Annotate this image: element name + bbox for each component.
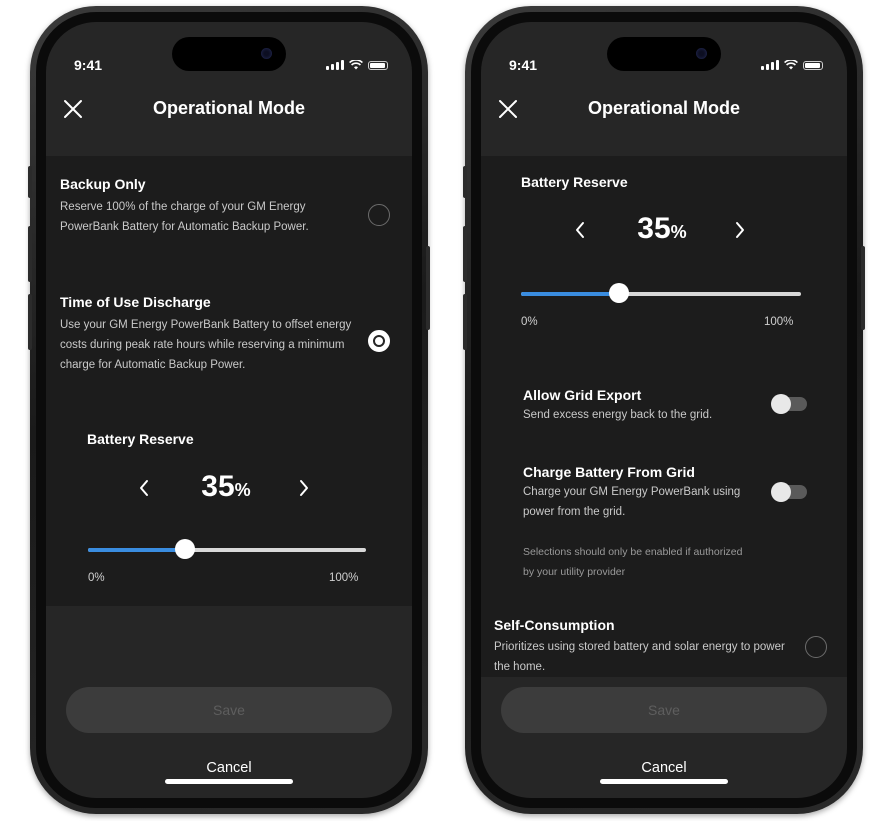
status-bar: 9:41 [481, 57, 847, 76]
home-indicator [600, 779, 728, 784]
status-time: 9:41 [74, 57, 103, 73]
nav-bar: Operational Mode [481, 96, 847, 136]
reserve-number: 35 [637, 212, 671, 245]
setting-description: Charge your GM Energy PowerBank using po… [523, 486, 741, 518]
screen-right: 9:41 Operational Mode Battery Reserve 35… [481, 22, 847, 798]
wifi-icon [349, 60, 363, 70]
battery-reserve-label: Battery Reserve [521, 174, 628, 190]
side-button [426, 246, 430, 330]
side-button [463, 294, 467, 350]
slider-max-label: 100% [764, 316, 794, 328]
grid-export-setting: Allow Grid Export Send excess energy bac… [523, 385, 823, 429]
status-bar: 9:41 [46, 57, 412, 76]
radio-backup-only[interactable] [368, 204, 390, 226]
charge-from-grid-setting: Charge Battery From Grid Charge your GM … [523, 462, 823, 522]
grid-export-toggle[interactable] [771, 394, 807, 414]
reserve-value: 35% [188, 470, 264, 504]
chevron-right-icon[interactable] [734, 221, 746, 239]
battery-reserve-label: Battery Reserve [87, 431, 194, 447]
slider-max-label: 100% [329, 572, 359, 584]
side-button [463, 226, 467, 282]
slider-min-label: 0% [521, 316, 538, 328]
reserve-unit: % [234, 480, 251, 500]
chevron-left-icon[interactable] [138, 479, 150, 497]
slider-fill [521, 292, 619, 296]
chevron-left-icon[interactable] [574, 221, 586, 239]
option-description: Use your GM Energy PowerBank Battery to … [60, 319, 352, 371]
setting-title: Allow Grid Export [523, 387, 642, 403]
setting-title: Charge Battery From Grid [523, 464, 695, 480]
side-button [463, 166, 467, 198]
reserve-slider[interactable] [521, 283, 801, 303]
option-self-consumption[interactable]: Self-Consumption Prioritizes using store… [494, 615, 830, 675]
slider-fill [88, 548, 186, 552]
reserve-value: 35% [624, 212, 700, 246]
wifi-icon [784, 60, 798, 70]
reserve-unit: % [670, 222, 687, 242]
reserve-number: 35 [201, 470, 235, 503]
option-description: Prioritizes using stored battery and sol… [494, 641, 785, 673]
side-button [28, 166, 32, 198]
signal-icon [761, 60, 779, 70]
side-button [28, 226, 32, 282]
charge-from-grid-toggle[interactable] [771, 482, 807, 502]
slider-min-label: 0% [88, 572, 105, 584]
option-backup-only[interactable]: Backup Only Reserve 100% of the charge o… [60, 174, 410, 266]
camera-icon [261, 48, 272, 59]
side-button [861, 246, 865, 330]
nav-bar: Operational Mode [46, 96, 412, 136]
reserve-stepper: 35% [574, 212, 754, 248]
phone-frame-right: 9:41 Operational Mode Battery Reserve 35… [463, 6, 865, 814]
reserve-stepper: 35% [138, 470, 318, 506]
chevron-right-icon[interactable] [298, 479, 310, 497]
cancel-button[interactable]: Cancel [46, 760, 412, 776]
side-button [28, 294, 32, 350]
setting-description: Send excess energy back to the grid. [523, 409, 713, 421]
phone-frame-left: 9:41 Operational Mode Backup Only Reserv… [28, 6, 430, 814]
page-title: Operational Mode [587, 98, 740, 118]
radio-time-of-use[interactable] [368, 330, 390, 352]
system-indicators [326, 60, 388, 70]
option-time-of-use[interactable]: Time of Use Discharge Use your GM Energy… [60, 292, 410, 402]
save-button[interactable]: Save [501, 687, 827, 733]
system-indicators [761, 60, 823, 70]
battery-icon [368, 60, 388, 70]
radio-self-consumption[interactable] [805, 636, 827, 658]
option-title: Backup Only [60, 176, 146, 192]
status-time: 9:41 [509, 57, 538, 73]
battery-icon [803, 60, 823, 70]
screen-left: 9:41 Operational Mode Backup Only Reserv… [46, 22, 412, 798]
option-title: Self-Consumption [494, 617, 615, 633]
option-description: Reserve 100% of the charge of your GM En… [60, 201, 309, 233]
slider-thumb[interactable] [609, 283, 629, 303]
camera-icon [696, 48, 707, 59]
reserve-slider[interactable] [88, 539, 366, 559]
save-button[interactable]: Save [66, 687, 392, 733]
page-title: Operational Mode [152, 98, 305, 118]
option-title: Time of Use Discharge [60, 294, 211, 310]
home-indicator [165, 779, 293, 784]
signal-icon [326, 60, 344, 70]
authorization-note: Selections should only be enabled if aut… [523, 546, 743, 578]
cancel-button[interactable]: Cancel [481, 760, 847, 776]
